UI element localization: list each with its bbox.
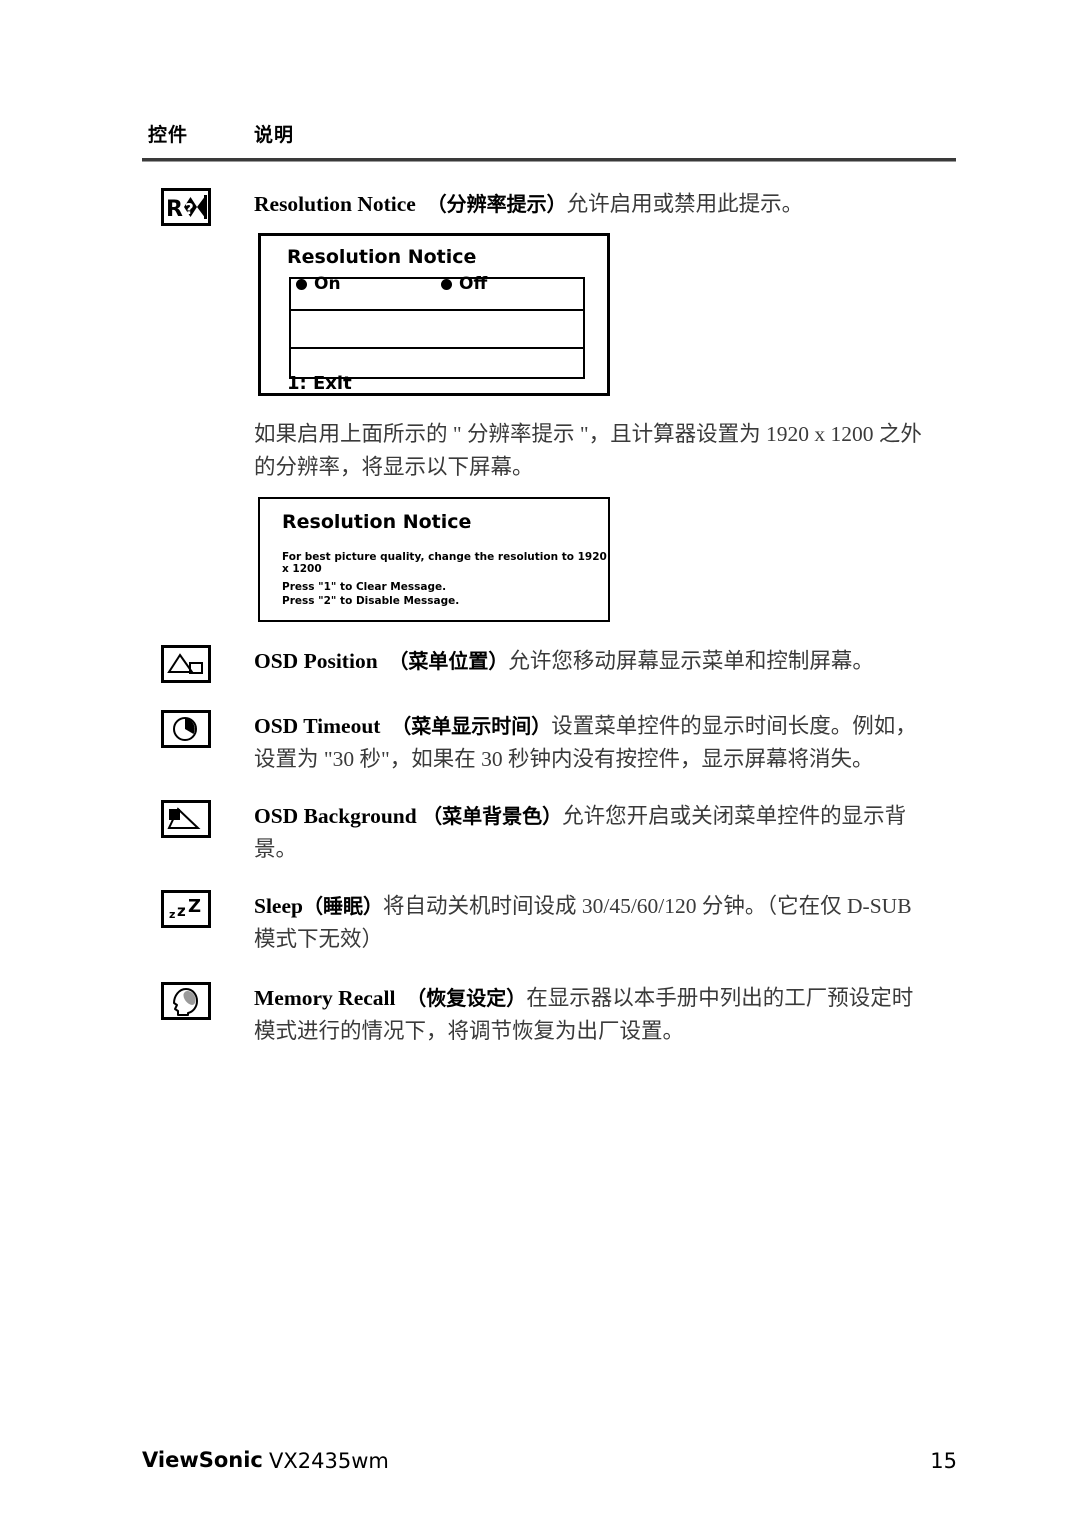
term-en: Resolution Notice [254,192,416,216]
osd-option-off[interactable]: Off [441,274,487,294]
term-desc: 允许您移动屏幕显示菜单和控制屏幕。 [508,649,874,673]
osd-option-on[interactable]: On [296,274,341,294]
term-desc-2: 模式进行的情况下，将调节恢复为出厂设置。 [254,1019,685,1043]
osd-message-title: Resolution Notice [282,511,472,533]
term-en: Memory Recall [254,986,396,1010]
osd-background-icon [161,800,211,838]
osd-exit-hint: 1: Exit [287,373,352,394]
icon-cell [161,645,211,683]
svg-text:z: z [177,902,186,920]
description-line: OSD Background （菜单背景色）允许您开启或关闭菜单控件的显示背 [254,800,959,833]
osd-resolution-notice-menu: Resolution Notice On Off 1: Exit [258,233,610,396]
description-line: OSD Position （菜单位置）允许您移动屏幕显示菜单和控制屏幕。 [254,645,959,678]
svg-text:Z: Z [188,896,201,917]
icon-cell [161,982,211,1020]
sleep-icon: z z Z [161,890,211,928]
term-desc: 在显示器以本手册中列出的工厂预设定时 [526,986,914,1010]
row-description: OSD Position （菜单位置）允许您移动屏幕显示菜单和控制屏幕。 [254,645,959,678]
page-footer: ViewSonic VX2435wm 15 [142,1448,957,1478]
term-desc-2: 景。 [254,837,298,861]
brand-name: ViewSonic [142,1448,263,1472]
header-divider [142,158,956,162]
term-desc: 设置菜单控件的显示时间长度。例如， [551,714,917,738]
term-cn: （分辨率提示） [426,192,567,216]
term-cn: （菜单显示时间） [391,714,552,738]
icon-cell [161,800,211,838]
body-note-line-2-text: 的分辨率，将显示以下屏幕。 [254,455,534,479]
term-en: OSD Timeout [254,714,381,738]
osd-menu-title: Resolution Notice [287,246,477,268]
row-description: OSD Background （菜单背景色）允许您开启或关闭菜单控件的显示背 景… [254,800,959,866]
body-note-line-1-text: 如果启用上面所示的 " 分辨率提示 "，且计算器设置为 1920 x 1200 … [254,422,922,446]
resolution-notice-icon: R ? [161,188,211,226]
body-note-text: 如果启用上面所示的 " 分辨率提示 "，且计算器设置为 1920 x 1200 … [254,418,959,484]
icon-cell: R ? [161,188,211,226]
svg-text:?: ? [185,200,194,218]
term-cn: （菜单位置） [388,649,509,673]
osd-message-line-1: For best picture quality, change the res… [282,551,607,575]
row-description: Resolution Notice （分辨率提示）允许启用或禁用此提示。 [254,188,959,221]
icon-cell [161,710,211,748]
term-cn: （睡眠） [302,894,383,918]
column-header-description: 说明 [254,124,295,146]
osd-option-off-label: Off [459,274,488,294]
osd-message-line-3: Press "2" to Disable Message. [282,595,460,607]
osd-timeout-icon [161,710,211,748]
description-line-2: 模式进行的情况下，将调节恢复为出厂设置。 [254,1015,959,1048]
description-line: OSD Timeout （菜单显示时间）设置菜单控件的显示时间长度。例如， [254,710,959,743]
term-cn: （菜单背景色） [422,804,563,828]
grid-line [291,309,583,311]
osd-message-line-2: Press "1" to Clear Message. [282,581,447,593]
term-desc: 允许启用或禁用此提示。 [566,192,804,216]
row-description: Memory Recall （恢复设定）在显示器以本手册中列出的工厂预设定时 模… [254,982,959,1048]
radio-bullet-icon [296,278,307,290]
term-en: OSD Background [254,804,417,828]
term-desc-2: 设置为 "30 秒"，如果在 30 秒钟内没有按控件，显示屏幕将消失。 [254,747,874,771]
page-number: 15 [930,1449,957,1473]
svg-text:R: R [166,197,183,222]
grid-line [291,347,583,349]
term-en: OSD Position [254,649,378,673]
icon-cell: z z Z [161,890,211,928]
radio-bullet-icon [441,278,452,290]
model-name: VX2435wm [269,1449,389,1473]
description-line: Resolution Notice （分辨率提示）允许启用或禁用此提示。 [254,188,959,221]
term-cn: （恢复设定） [406,986,527,1010]
term-desc-2: 模式下无效） [254,927,384,951]
osd-position-icon [161,645,211,683]
osd-option-on-label: On [314,274,341,294]
description-line: Sleep（睡眠）将自动关机时间设成 30/45/60/120 分钟。（它在仅 … [254,890,959,923]
column-header-controls: 控件 [148,124,189,146]
term-desc: 将自动关机时间设成 30/45/60/120 分钟。（它在仅 D-SUB [382,894,912,918]
description-line: Memory Recall （恢复设定）在显示器以本手册中列出的工厂预设定时 [254,982,959,1015]
term-desc: 允许您开启或关闭菜单控件的显示背 [562,804,907,828]
description-line-2: 景。 [254,833,959,866]
description-line-2: 设置为 "30 秒"，如果在 30 秒钟内没有按控件，显示屏幕将消失。 [254,743,959,776]
manual-page: 控件 说明 R ? Resolution Notice （分辨率提示）允许启用或… [0,0,1080,1527]
svg-text:z: z [169,908,175,921]
osd-resolution-message: Resolution Notice For best picture quali… [258,497,610,622]
row-description: Sleep（睡眠）将自动关机时间设成 30/45/60/120 分钟。（它在仅 … [254,890,959,956]
memory-recall-icon [161,982,211,1020]
term-en: Sleep [254,894,303,918]
body-note-line-1: 如果启用上面所示的 " 分辨率提示 "，且计算器设置为 1920 x 1200 … [254,418,959,451]
table-header: 控件 说明 [142,120,957,154]
body-note-line-2: 的分辨率，将显示以下屏幕。 [254,451,959,484]
row-description: OSD Timeout （菜单显示时间）设置菜单控件的显示时间长度。例如， 设置… [254,710,959,776]
description-line-2: 模式下无效） [254,923,959,956]
